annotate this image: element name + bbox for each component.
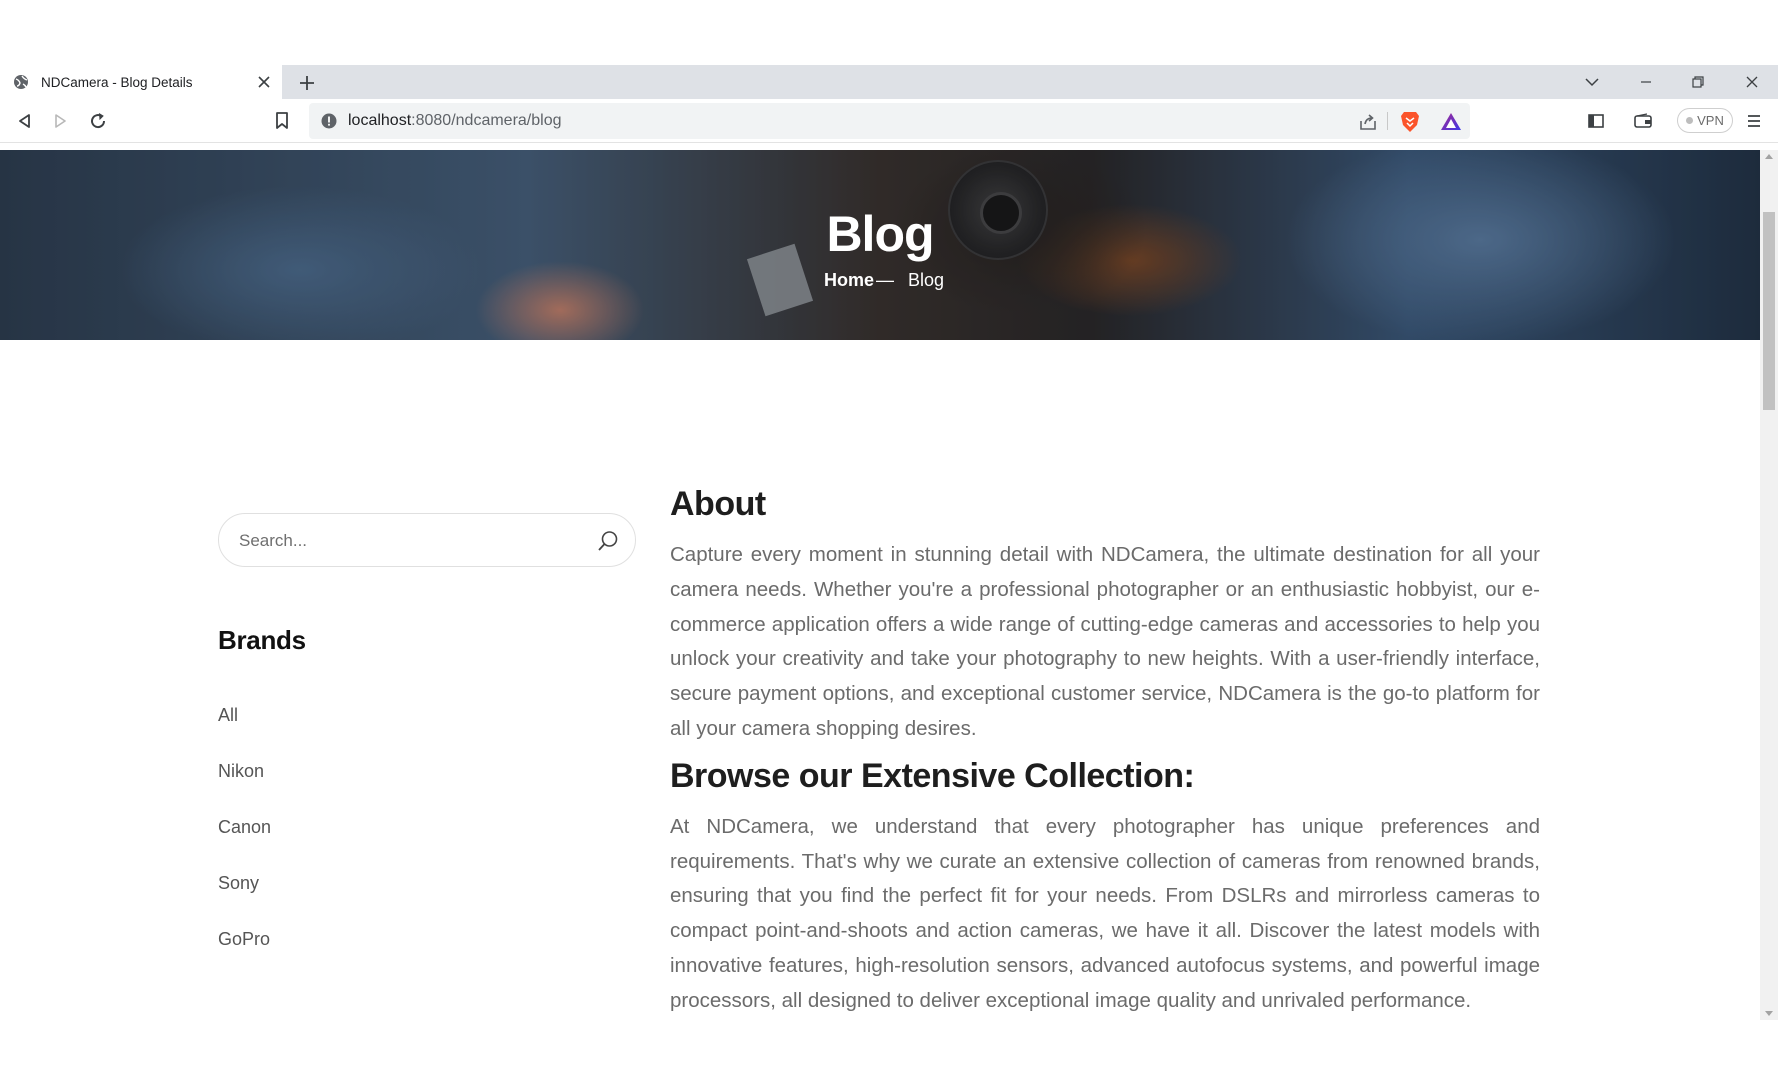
brand-list: All Nikon Canon Sony GoPro <box>218 705 271 985</box>
site-info-icon[interactable] <box>321 113 337 129</box>
brave-shields-icon[interactable] <box>1400 111 1420 133</box>
minimize-icon[interactable] <box>1634 71 1658 93</box>
reload-icon[interactable] <box>87 110 109 132</box>
close-tab-icon[interactable] <box>256 74 272 90</box>
bookmark-icon[interactable] <box>271 110 293 132</box>
brand-item-gopro[interactable]: GoPro <box>218 929 271 985</box>
breadcrumb: Home — Blog <box>824 270 944 291</box>
new-tab-icon[interactable] <box>296 72 318 94</box>
close-window-icon[interactable] <box>1740 71 1764 93</box>
address-bar[interactable]: localhost:8080/ndcamera/blog <box>309 103 1470 139</box>
sidebar-toggle-icon[interactable] <box>1585 110 1607 132</box>
page-scrollbar[interactable] <box>1760 150 1778 1020</box>
tab-title: NDCamera - Blog Details <box>41 74 193 90</box>
about-heading: About <box>670 485 766 523</box>
wallet-icon[interactable] <box>1632 110 1654 132</box>
brands-heading: Brands <box>218 625 306 655</box>
collection-heading: Browse our Extensive Collection: <box>670 756 1195 795</box>
browser-toolbar: localhost:8080/ndcamera/blog VPN <box>0 99 1778 143</box>
tab-search-chevron-icon[interactable] <box>1580 71 1604 93</box>
restore-icon[interactable] <box>1686 71 1710 93</box>
vpn-label: VPN <box>1697 113 1724 128</box>
screen-top-margin <box>0 0 1778 65</box>
collection-paragraph: At NDCamera, we understand that every ph… <box>670 814 1540 1012</box>
about-paragraph: Capture every moment in stunning detail … <box>670 543 1540 740</box>
page-title: Blog <box>826 206 934 262</box>
search-icon[interactable] <box>597 530 619 552</box>
breadcrumb-separator: — <box>876 270 895 290</box>
search-input[interactable] <box>237 528 567 554</box>
browser-tab-active[interactable]: NDCamera - Blog Details <box>0 65 282 99</box>
forward-icon[interactable] <box>50 110 72 132</box>
browser-tab-strip: NDCamera - Blog Details <box>0 65 1778 99</box>
scroll-up-arrow-icon[interactable] <box>1765 154 1773 159</box>
globe-icon <box>13 74 29 90</box>
share-icon[interactable] <box>1358 112 1378 132</box>
scrollbar-thumb[interactable] <box>1763 212 1775 410</box>
menu-icon[interactable] <box>1743 110 1765 132</box>
brand-item-all[interactable]: All <box>218 705 271 761</box>
omnibox-separator <box>1387 112 1388 130</box>
back-icon[interactable] <box>13 110 35 132</box>
breadcrumb-current: Blog <box>908 270 945 290</box>
hero-banner: Blog Home — Blog <box>0 150 1760 340</box>
brand-item-nikon[interactable]: Nikon <box>218 761 271 817</box>
breadcrumb-home-link[interactable]: Home <box>824 270 874 291</box>
url-text: localhost:8080/ndcamera/blog <box>348 112 562 129</box>
brand-item-canon[interactable]: Canon <box>218 817 271 873</box>
vpn-status-dot <box>1686 117 1694 124</box>
page-viewport: Blog Home — Blog Brands All Nikon Canon … <box>0 150 1778 1020</box>
vpn-button[interactable]: VPN <box>1677 108 1733 133</box>
brand-item-sony[interactable]: Sony <box>218 873 271 929</box>
scroll-down-arrow-icon[interactable] <box>1765 1011 1773 1016</box>
blog-content: About Capture every moment in stunning d… <box>670 485 1540 1019</box>
search-box <box>218 513 636 567</box>
brave-rewards-icon[interactable] <box>1440 111 1462 133</box>
